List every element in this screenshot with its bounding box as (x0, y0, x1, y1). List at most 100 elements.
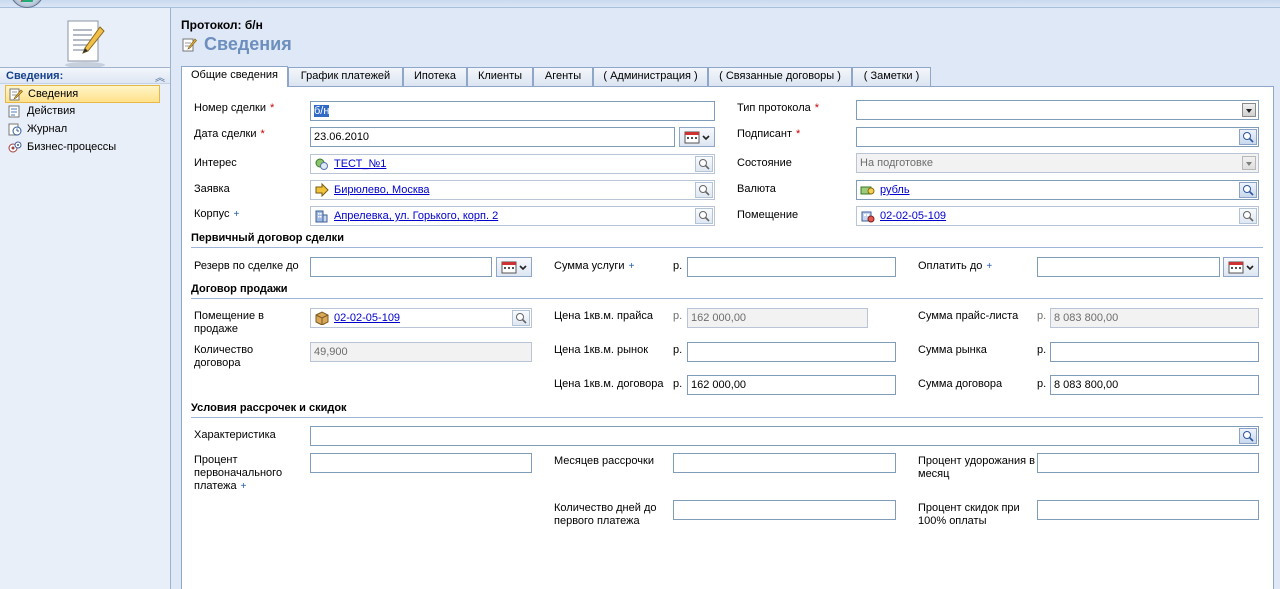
reserve-until-input[interactable] (310, 257, 492, 277)
market-per-m2-input[interactable] (687, 342, 896, 362)
deal-number-label: Номер сделки * (194, 102, 275, 114)
nav-item-workflows[interactable]: Бизнес-процессы (5, 139, 160, 157)
deal-date-input[interactable]: 23.06.2010 (310, 127, 675, 147)
monthly-rise-percent-input[interactable] (1037, 453, 1259, 473)
magnifier-icon (699, 159, 710, 170)
characteristic-label: Характеристика (194, 429, 276, 441)
building-link[interactable]: Апрелевка, ул. Горького, корп. 2 (334, 210, 498, 222)
request-label: Заявка (194, 183, 230, 195)
lookup-button[interactable] (1239, 129, 1257, 145)
dropdown-arrow-icon[interactable] (1242, 103, 1256, 117)
service-sum-currency: р. (673, 260, 683, 272)
lookup-button[interactable] (1239, 182, 1257, 198)
form-icon (9, 88, 23, 101)
service-sum-input[interactable] (687, 257, 896, 277)
tab-general[interactable]: Общие сведения (181, 66, 288, 87)
tab-related-contracts[interactable]: ( Связанные договоры ) (708, 67, 852, 86)
deal-number-input[interactable]: б/н (310, 101, 715, 121)
premise-for-sale-lookup[interactable]: 02-02-05-109 (310, 308, 532, 328)
initial-payment-percent-input[interactable] (310, 453, 532, 473)
lookup-button[interactable] (695, 208, 713, 224)
actions-icon (8, 105, 20, 118)
interest-link[interactable]: ТЕСТ_№1 (334, 158, 386, 170)
lookup-button[interactable] (695, 156, 713, 172)
protocol-type-label: Тип протокола * (737, 102, 820, 114)
tab-agents[interactable]: Агенты (533, 67, 593, 86)
office-logo-icon (20, 0, 36, 2)
market-sum-label: Сумма рынка (918, 344, 987, 356)
lookup-button[interactable] (1239, 208, 1257, 224)
lookup-button[interactable] (512, 310, 530, 326)
calendar-icon (1228, 261, 1254, 274)
signer-lookup[interactable] (856, 127, 1259, 147)
tab-notes[interactable]: ( Заметки ) (852, 67, 931, 86)
currency-lookup[interactable]: рубль (856, 180, 1259, 200)
characteristic-lookup[interactable] (310, 426, 1259, 446)
calendar-icon (501, 261, 527, 274)
window-top-strip (0, 0, 1280, 8)
price-list-per-m2-field: 162 000,00 (687, 308, 868, 328)
contract-per-m2-input[interactable]: 162 000,00 (687, 375, 896, 395)
collapse-chevron-icon[interactable]: ︽ (155, 69, 165, 84)
premise-lookup[interactable]: 02-02-05-109 (856, 206, 1259, 226)
nav-item-details[interactable]: Сведения (5, 85, 160, 103)
reserve-until-label: Резерв по сделке до (194, 260, 299, 272)
dropdown-arrow-icon (1242, 156, 1256, 170)
tab-payment-schedule[interactable]: График платежей (288, 67, 403, 86)
request-lookup[interactable]: Бирюлево, Москва (310, 180, 715, 200)
deal-date-calendar-button[interactable] (679, 127, 715, 147)
contract-sum-label: Сумма договора (918, 378, 1003, 390)
price-list-sum-field: 8 083 800,00 (1050, 308, 1259, 328)
history-icon (8, 123, 22, 136)
nav-item-label: Бизнес-процессы (27, 141, 117, 153)
building-lookup[interactable]: Апрелевка, ул. Горького, корп. 2 (310, 206, 715, 226)
reserve-until-calendar-button[interactable] (496, 257, 532, 277)
calendar-icon (684, 131, 710, 144)
premise-link[interactable]: 02-02-05-109 (880, 210, 946, 222)
currency-link[interactable]: рубль (880, 184, 910, 196)
nav-item-actions[interactable]: Действия (5, 103, 160, 121)
market-sum-currency: р. (1037, 344, 1047, 356)
pay-until-input[interactable] (1037, 257, 1220, 277)
service-sum-label: Сумма услуги + (554, 260, 635, 272)
nav-item-history[interactable]: Журнал (5, 121, 160, 139)
protocol-type-select[interactable] (856, 100, 1259, 120)
full-payment-discount-label: Процент скидок при 100% оплаты (918, 502, 1020, 527)
premise-for-sale-link[interactable]: 02-02-05-109 (334, 312, 400, 324)
package-entity-icon (315, 311, 329, 325)
currency-label: Валюта (737, 183, 776, 195)
nav-section-title: Сведения: (6, 70, 64, 82)
section-sale-contract: Договор продажи (191, 283, 1263, 299)
tab-mortgage[interactable]: Ипотека (403, 67, 467, 86)
market-per-m2-label: Цена 1кв.м. рынок (554, 344, 649, 356)
pay-until-calendar-button[interactable] (1223, 257, 1259, 277)
contract-quantity-field: 49,900 (310, 342, 532, 362)
form-edit-icon (182, 38, 197, 52)
contract-sum-currency: р. (1037, 378, 1047, 390)
installment-months-input[interactable] (673, 453, 896, 473)
lookup-button[interactable] (1239, 428, 1257, 444)
days-to-first-payment-input[interactable] (673, 500, 896, 520)
initial-payment-percent-label: Процент первоначального платежа + (194, 454, 283, 492)
price-list-per-m2-label: Цена 1кв.м. прайса (554, 310, 653, 322)
document-edit-icon (65, 20, 105, 68)
request-link[interactable]: Бирюлево, Москва (334, 184, 430, 196)
full-payment-discount-input[interactable] (1037, 500, 1259, 520)
lookup-button[interactable] (695, 182, 713, 198)
page-title: Сведения (204, 34, 292, 54)
nav-section-header[interactable]: Сведения: ︽ (0, 67, 170, 84)
market-per-m2-currency: р. (673, 344, 683, 356)
tab-clients[interactable]: Клиенты (467, 67, 533, 86)
interest-lookup[interactable]: ТЕСТ_№1 (310, 154, 715, 174)
tab-administration[interactable]: ( Администрация ) (593, 67, 708, 86)
interest-label: Интерес (194, 157, 237, 169)
nav-item-label: Сведения (28, 88, 79, 100)
market-sum-input[interactable] (1050, 342, 1259, 362)
signer-label: Подписант * (737, 128, 801, 140)
contract-sum-input[interactable]: 8 083 800,00 (1050, 375, 1259, 395)
workflow-icon (8, 141, 22, 153)
magnifier-icon (1243, 211, 1254, 222)
status-select: На подготовке (856, 153, 1259, 173)
days-to-first-payment-label: Количество дней до первого платежа (554, 502, 657, 527)
price-list-per-m2-currency: р. (673, 310, 683, 322)
